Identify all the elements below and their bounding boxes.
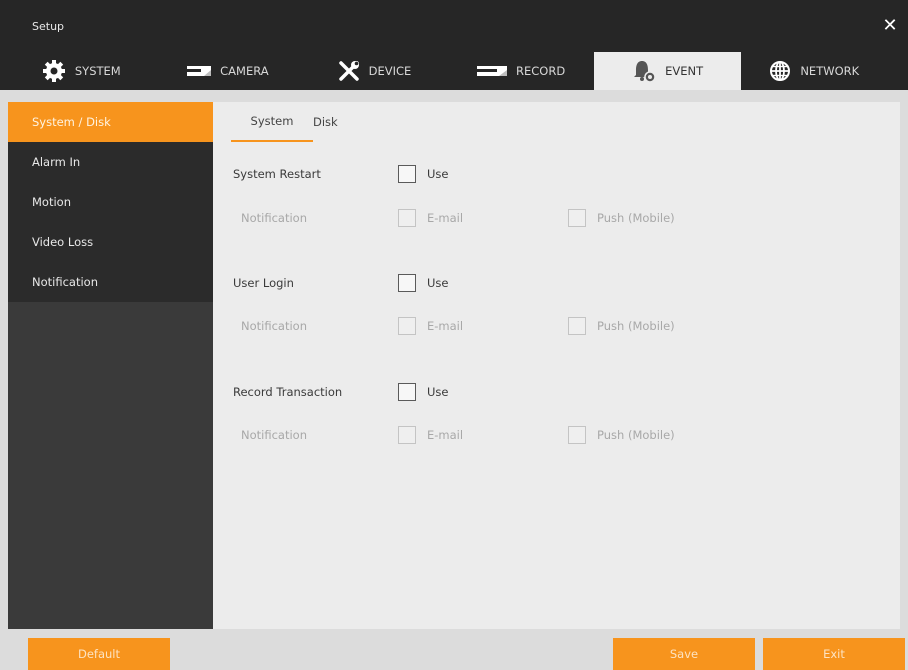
tab-camera-label: CAMERA: [220, 64, 269, 78]
user-login-use-label: Use: [427, 276, 449, 290]
sidebar-item-system-disk[interactable]: System / Disk: [8, 102, 213, 142]
sub-tabs: System Disk: [231, 102, 361, 144]
globe-icon: [770, 61, 791, 81]
user-login-row: User Login Use: [213, 274, 900, 294]
exit-button[interactable]: Exit: [763, 638, 905, 670]
tab-event[interactable]: EVENT: [594, 52, 741, 90]
tab-device[interactable]: DEVICE: [301, 52, 448, 90]
system-restart-push-checkbox[interactable]: [568, 209, 586, 227]
main-tabs: SYSTEM CAMERA DEVICE RECORD EVENT NETWOR…: [8, 52, 908, 90]
record-transaction-use-label: Use: [427, 385, 449, 399]
window-title: Setup: [32, 20, 65, 33]
sidebar-item-video-loss[interactable]: Video Loss: [8, 222, 213, 262]
system-restart-notification-label: Notification: [241, 211, 307, 225]
subtab-system[interactable]: System: [231, 102, 313, 142]
subtab-disk[interactable]: Disk: [313, 102, 361, 142]
system-restart-row: System Restart Use: [213, 165, 900, 185]
gear-icon: [42, 60, 65, 82]
user-login-email-checkbox[interactable]: [398, 317, 416, 335]
title-bar: Setup ✕: [8, 10, 900, 50]
top-frame: Setup ✕ SYSTEM CAMERA DEVICE RECORD EVEN…: [0, 0, 908, 90]
tab-system[interactable]: SYSTEM: [8, 52, 155, 90]
record-transaction-use-checkbox[interactable]: [398, 383, 416, 401]
sidebar-item-motion[interactable]: Motion: [8, 182, 213, 222]
system-restart-label: System Restart: [233, 167, 321, 181]
tab-device-label: DEVICE: [368, 64, 412, 78]
bell-icon: [634, 61, 656, 83]
tools-icon: [338, 61, 359, 81]
system-restart-email-label: E-mail: [427, 211, 464, 225]
user-login-label: User Login: [233, 276, 294, 290]
user-login-notification-row: Notification E-mail Push (Mobile): [213, 317, 900, 337]
record-transaction-label: Record Transaction: [233, 385, 343, 399]
tab-record-label: RECORD: [515, 64, 566, 78]
user-login-push-checkbox[interactable]: [568, 317, 586, 335]
tab-camera[interactable]: CAMERA: [155, 52, 302, 90]
system-restart-use-label: Use: [427, 167, 449, 181]
tab-record[interactable]: RECORD: [448, 52, 595, 90]
user-login-use-checkbox[interactable]: [398, 274, 416, 292]
tab-network-label: NETWORK: [800, 64, 860, 78]
sidebar: System / Disk Alarm In Motion Video Loss…: [8, 102, 213, 629]
record-transaction-push-checkbox[interactable]: [568, 426, 586, 444]
system-restart-use-checkbox[interactable]: [398, 165, 416, 183]
camera-icon: [187, 66, 212, 76]
system-restart-notification-row: Notification E-mail Push (Mobile): [213, 209, 900, 229]
tab-network[interactable]: NETWORK: [741, 52, 888, 90]
user-login-push-label: Push (Mobile): [597, 319, 675, 333]
record-transaction-email-label: E-mail: [427, 428, 464, 442]
default-button[interactable]: Default: [28, 638, 170, 670]
sidebar-item-notification[interactable]: Notification: [8, 262, 213, 302]
record-transaction-push-label: Push (Mobile): [597, 428, 675, 442]
user-login-notification-label: Notification: [241, 319, 307, 333]
record-icon: [476, 66, 507, 76]
system-restart-push-label: Push (Mobile): [597, 211, 675, 225]
sidebar-menu: System / Disk Alarm In Motion Video Loss…: [8, 102, 213, 302]
tab-system-label: SYSTEM: [74, 64, 121, 78]
sidebar-item-alarm-in[interactable]: Alarm In: [8, 142, 213, 182]
tab-event-label: EVENT: [665, 64, 704, 78]
record-transaction-notification-row: Notification E-mail Push (Mobile): [213, 426, 900, 446]
user-login-email-label: E-mail: [427, 319, 464, 333]
record-transaction-notification-label: Notification: [241, 428, 307, 442]
record-transaction-email-checkbox[interactable]: [398, 426, 416, 444]
record-transaction-row: Record Transaction Use: [213, 383, 900, 403]
save-button[interactable]: Save: [613, 638, 755, 670]
close-icon[interactable]: ✕: [880, 16, 900, 36]
settings-panel: System Disk System Restart Use Notificat…: [213, 102, 900, 629]
system-restart-email-checkbox[interactable]: [398, 209, 416, 227]
